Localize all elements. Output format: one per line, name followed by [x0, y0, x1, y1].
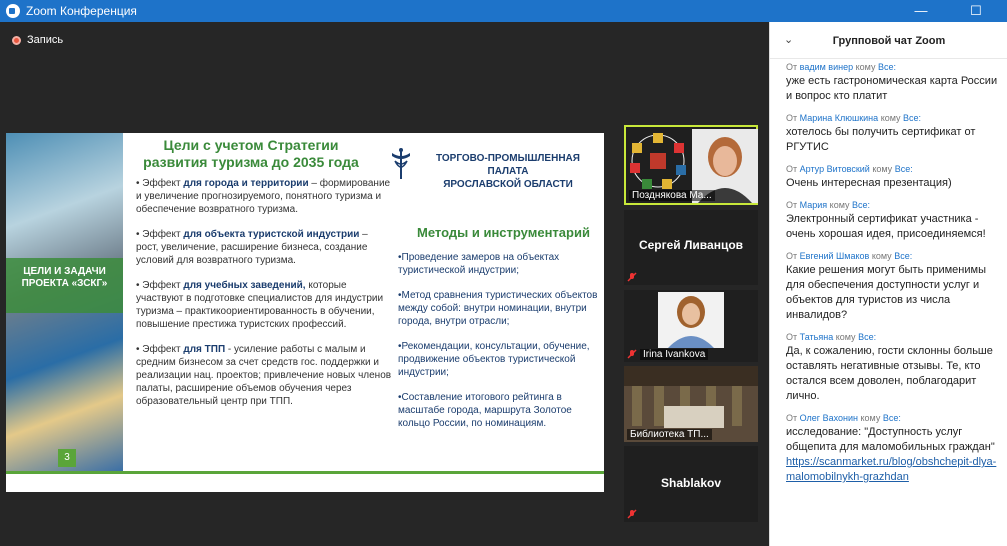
sender-name[interactable]: Евгений Шмаков	[800, 251, 870, 261]
chat-title: Групповой чат Zoom	[832, 35, 946, 47]
participant-tile[interactable]: Shablakov	[624, 446, 758, 522]
chamber-logo-icon	[392, 148, 410, 179]
slide-photo-panel: ЦЕЛИ И ЗАДАЧИ ПРОЕКТА «ЗСКГ» 3	[6, 133, 123, 471]
chat-message: От Мария кому Все: Электронный сертифика…	[770, 199, 1007, 242]
participant-avatar-photo	[658, 292, 724, 348]
sender-name[interactable]: вадим винер	[800, 62, 853, 72]
org-name: ТОРГОВО-ПРОМЫШЛЕННАЯ ПАЛАТА ЯРОСЛАВСКОЙ …	[418, 152, 598, 191]
slide-footer-bar	[6, 471, 604, 492]
recording-indicator[interactable]: Запись	[12, 34, 63, 46]
muted-mic-icon	[627, 349, 637, 359]
message-text: исследование: "Доступность услуг общепит…	[786, 426, 995, 453]
message-meta: От Артур Витовский кому Все:	[786, 164, 913, 174]
slide-page-number: 3	[58, 449, 76, 467]
message-text: Очень интересная презентация)	[786, 177, 952, 189]
goal-item: • Эффект для ТПП - усиление работы с мал…	[136, 344, 392, 407]
message-text: Да, к сожалению, гости склонны больше ос…	[786, 345, 993, 402]
participant-tile-active-speaker[interactable]: Позднякова Ма...	[624, 125, 758, 205]
close-button[interactable]	[1000, 2, 1007, 20]
muted-mic-icon	[627, 272, 637, 282]
goals-list: • Эффект для города и территории – форми…	[136, 177, 392, 420]
message-text: уже есть гастрономическая карта России и…	[786, 75, 998, 102]
sender-name[interactable]: Артур Витовский	[800, 164, 870, 174]
record-icon	[12, 35, 21, 45]
maximize-button[interactable]: ☐	[961, 2, 991, 20]
chat-message: От Евгений Шмаков кому Все: Какие решени…	[770, 250, 1007, 323]
participant-tile[interactable]: Irina Ivankova	[624, 290, 758, 362]
method-item: •Проведение замеров на объектах туристич…	[398, 252, 560, 276]
participant-name: Irina Ivankova	[640, 349, 709, 360]
shared-screen-slide: ЦЕЛИ И ЗАДАЧИ ПРОЕКТА «ЗСКГ» 3 Цели с уч…	[6, 133, 604, 492]
participant-name: Сергей Ливанцов	[638, 238, 744, 252]
participant-tile[interactable]: Библиотека ТП...	[624, 366, 758, 442]
chat-messages[interactable]: От вадим винер кому Все: уже есть гастро…	[770, 59, 1007, 485]
method-item: •Составление итогового рейтинга в масшта…	[398, 392, 572, 429]
participant-name: Библиотека ТП...	[627, 429, 712, 440]
chat-message: От Татьяна кому Все: Да, к сожалению, го…	[770, 331, 1007, 404]
emblem-collage-icon	[630, 133, 686, 189]
sender-name[interactable]: Олег Вахонин	[800, 413, 858, 423]
goal-item: • Эффект для города и территории – форми…	[136, 178, 391, 215]
window-title: Zoom Конференция	[26, 4, 137, 18]
message-text: Электронный сертификат участника - очень…	[786, 213, 986, 240]
recording-label: Запись	[27, 34, 64, 46]
chat-panel: ⌄ Групповой чат Zoom От вадим винер кому…	[769, 22, 1007, 546]
goal-item: • Эффект для объекта туристской индустри…	[136, 229, 368, 266]
goal-item: • Эффект для учебных заведений, которые …	[136, 280, 384, 330]
slide-title: Цели с учетом Стратегии развития туризма…	[143, 137, 359, 170]
message-meta: От вадим винер кому Все:	[786, 62, 896, 72]
message-meta: От Мария кому Все:	[786, 200, 871, 210]
methods-list: •Проведение замеров на объектах туристич…	[398, 251, 603, 442]
message-link[interactable]: https://scanmarket.ru/blog/obshchepit-dl…	[786, 455, 998, 485]
minimize-button[interactable]: —	[906, 2, 936, 20]
method-item: •Метод сравнения туристических объектов …	[398, 290, 598, 327]
sender-name[interactable]: Мария	[800, 200, 828, 210]
message-meta: От Евгений Шмаков кому Все:	[786, 251, 913, 261]
message-meta: От Татьяна кому Все:	[786, 332, 877, 342]
message-text: хотелось бы получить сертификат от РГУТИ…	[786, 126, 976, 153]
chat-message: От вадим винер кому Все: уже есть гастро…	[770, 61, 1007, 104]
chat-message: От Олег Вахонин кому Все: исследование: …	[770, 412, 1007, 485]
zoom-logo-icon	[6, 4, 20, 18]
method-item: •Рекомендации, консультации, обучение, п…	[398, 341, 590, 378]
message-meta: От Олег Вахонин кому Все:	[786, 413, 901, 423]
chat-header: ⌄ Групповой чат Zoom	[770, 22, 1007, 59]
chat-message: От Артур Витовский кому Все: Очень интер…	[770, 163, 1007, 191]
participant-name: Shablakov	[660, 476, 722, 490]
slide-banner: ЦЕЛИ И ЗАДАЧИ ПРОЕКТА «ЗСКГ»	[6, 258, 123, 313]
participant-name: Позднякова Ма...	[629, 190, 715, 201]
methods-title: Методы и инструментарий	[417, 225, 590, 240]
chat-message: От Марина Клюшкина кому Все: хотелось бы…	[770, 112, 1007, 155]
sender-name[interactable]: Татьяна	[800, 332, 834, 342]
message-text: Какие решения могут быть применимы для о…	[786, 264, 986, 321]
participant-tile[interactable]: Сергей Ливанцов	[624, 210, 758, 285]
org-name-line1: ТОРГОВО-ПРОМЫШЛЕННАЯ ПАЛАТА	[436, 153, 580, 177]
window-titlebar: Zoom Конференция — ☐	[0, 0, 1007, 22]
org-name-line2: ЯРОСЛАВСКОЙ ОБЛАСТИ	[443, 179, 573, 190]
message-meta: От Марина Клюшкина кому Все:	[786, 113, 922, 123]
sender-name[interactable]: Марина Клюшкина	[800, 113, 879, 123]
muted-mic-icon	[627, 509, 637, 519]
